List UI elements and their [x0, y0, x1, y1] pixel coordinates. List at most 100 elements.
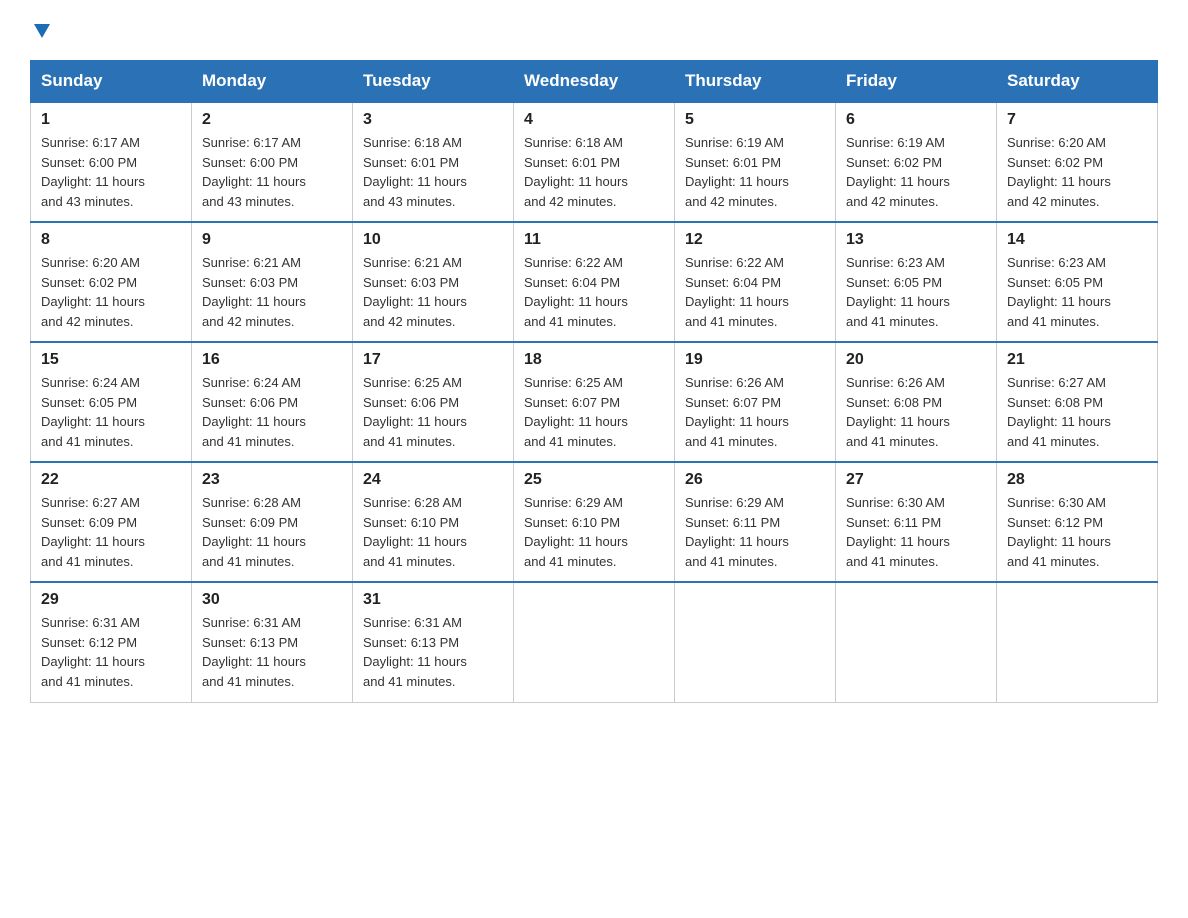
day-info: Sunrise: 6:29 AM Sunset: 6:11 PM Dayligh…	[685, 493, 825, 571]
day-info: Sunrise: 6:24 AM Sunset: 6:06 PM Dayligh…	[202, 373, 342, 451]
calendar-cell: 8 Sunrise: 6:20 AM Sunset: 6:02 PM Dayli…	[31, 222, 192, 342]
day-info: Sunrise: 6:28 AM Sunset: 6:10 PM Dayligh…	[363, 493, 503, 571]
day-number: 24	[363, 471, 503, 489]
calendar-header-friday: Friday	[836, 61, 997, 103]
day-info: Sunrise: 6:22 AM Sunset: 6:04 PM Dayligh…	[685, 253, 825, 331]
calendar-cell: 23 Sunrise: 6:28 AM Sunset: 6:09 PM Dayl…	[192, 462, 353, 582]
day-number: 27	[846, 471, 986, 489]
calendar-cell: 9 Sunrise: 6:21 AM Sunset: 6:03 PM Dayli…	[192, 222, 353, 342]
day-number: 1	[41, 111, 181, 129]
day-number: 28	[1007, 471, 1147, 489]
calendar-header-saturday: Saturday	[997, 61, 1158, 103]
calendar-header-tuesday: Tuesday	[353, 61, 514, 103]
calendar-header-sunday: Sunday	[31, 61, 192, 103]
calendar-cell: 16 Sunrise: 6:24 AM Sunset: 6:06 PM Dayl…	[192, 342, 353, 462]
calendar-cell: 15 Sunrise: 6:24 AM Sunset: 6:05 PM Dayl…	[31, 342, 192, 462]
day-number: 3	[363, 111, 503, 129]
day-number: 31	[363, 591, 503, 609]
calendar-cell: 12 Sunrise: 6:22 AM Sunset: 6:04 PM Dayl…	[675, 222, 836, 342]
calendar-header-wednesday: Wednesday	[514, 61, 675, 103]
calendar-header-row: SundayMondayTuesdayWednesdayThursdayFrid…	[31, 61, 1158, 103]
day-info: Sunrise: 6:31 AM Sunset: 6:13 PM Dayligh…	[202, 613, 342, 691]
calendar-cell	[514, 582, 675, 702]
day-number: 18	[524, 351, 664, 369]
day-number: 9	[202, 231, 342, 249]
day-info: Sunrise: 6:20 AM Sunset: 6:02 PM Dayligh…	[41, 253, 181, 331]
calendar-cell: 31 Sunrise: 6:31 AM Sunset: 6:13 PM Dayl…	[353, 582, 514, 702]
day-info: Sunrise: 6:28 AM Sunset: 6:09 PM Dayligh…	[202, 493, 342, 571]
day-info: Sunrise: 6:31 AM Sunset: 6:12 PM Dayligh…	[41, 613, 181, 691]
day-info: Sunrise: 6:21 AM Sunset: 6:03 PM Dayligh…	[363, 253, 503, 331]
calendar-cell: 10 Sunrise: 6:21 AM Sunset: 6:03 PM Dayl…	[353, 222, 514, 342]
calendar-cell	[675, 582, 836, 702]
day-number: 25	[524, 471, 664, 489]
calendar-cell: 4 Sunrise: 6:18 AM Sunset: 6:01 PM Dayli…	[514, 102, 675, 222]
calendar-cell: 2 Sunrise: 6:17 AM Sunset: 6:00 PM Dayli…	[192, 102, 353, 222]
calendar-cell: 17 Sunrise: 6:25 AM Sunset: 6:06 PM Dayl…	[353, 342, 514, 462]
day-info: Sunrise: 6:30 AM Sunset: 6:12 PM Dayligh…	[1007, 493, 1147, 571]
day-number: 21	[1007, 351, 1147, 369]
calendar-cell	[836, 582, 997, 702]
day-info: Sunrise: 6:19 AM Sunset: 6:02 PM Dayligh…	[846, 133, 986, 211]
calendar-cell: 13 Sunrise: 6:23 AM Sunset: 6:05 PM Dayl…	[836, 222, 997, 342]
day-number: 16	[202, 351, 342, 369]
calendar-cell: 20 Sunrise: 6:26 AM Sunset: 6:08 PM Dayl…	[836, 342, 997, 462]
day-info: Sunrise: 6:18 AM Sunset: 6:01 PM Dayligh…	[524, 133, 664, 211]
calendar-week-row: 29 Sunrise: 6:31 AM Sunset: 6:12 PM Dayl…	[31, 582, 1158, 702]
day-info: Sunrise: 6:23 AM Sunset: 6:05 PM Dayligh…	[1007, 253, 1147, 331]
calendar-cell: 18 Sunrise: 6:25 AM Sunset: 6:07 PM Dayl…	[514, 342, 675, 462]
day-info: Sunrise: 6:20 AM Sunset: 6:02 PM Dayligh…	[1007, 133, 1147, 211]
day-info: Sunrise: 6:27 AM Sunset: 6:08 PM Dayligh…	[1007, 373, 1147, 451]
calendar-cell: 28 Sunrise: 6:30 AM Sunset: 6:12 PM Dayl…	[997, 462, 1158, 582]
day-info: Sunrise: 6:22 AM Sunset: 6:04 PM Dayligh…	[524, 253, 664, 331]
day-number: 22	[41, 471, 181, 489]
calendar-cell: 27 Sunrise: 6:30 AM Sunset: 6:11 PM Dayl…	[836, 462, 997, 582]
calendar-cell: 14 Sunrise: 6:23 AM Sunset: 6:05 PM Dayl…	[997, 222, 1158, 342]
day-number: 5	[685, 111, 825, 129]
calendar-header-monday: Monday	[192, 61, 353, 103]
day-number: 26	[685, 471, 825, 489]
day-number: 23	[202, 471, 342, 489]
calendar-table: SundayMondayTuesdayWednesdayThursdayFrid…	[30, 60, 1158, 703]
calendar-cell	[997, 582, 1158, 702]
day-info: Sunrise: 6:31 AM Sunset: 6:13 PM Dayligh…	[363, 613, 503, 691]
calendar-cell: 21 Sunrise: 6:27 AM Sunset: 6:08 PM Dayl…	[997, 342, 1158, 462]
day-number: 15	[41, 351, 181, 369]
calendar-cell: 19 Sunrise: 6:26 AM Sunset: 6:07 PM Dayl…	[675, 342, 836, 462]
day-info: Sunrise: 6:17 AM Sunset: 6:00 PM Dayligh…	[202, 133, 342, 211]
day-info: Sunrise: 6:24 AM Sunset: 6:05 PM Dayligh…	[41, 373, 181, 451]
day-number: 30	[202, 591, 342, 609]
day-info: Sunrise: 6:26 AM Sunset: 6:07 PM Dayligh…	[685, 373, 825, 451]
calendar-cell: 5 Sunrise: 6:19 AM Sunset: 6:01 PM Dayli…	[675, 102, 836, 222]
calendar-cell: 11 Sunrise: 6:22 AM Sunset: 6:04 PM Dayl…	[514, 222, 675, 342]
day-number: 13	[846, 231, 986, 249]
calendar-cell: 24 Sunrise: 6:28 AM Sunset: 6:10 PM Dayl…	[353, 462, 514, 582]
day-info: Sunrise: 6:29 AM Sunset: 6:10 PM Dayligh…	[524, 493, 664, 571]
calendar-week-row: 1 Sunrise: 6:17 AM Sunset: 6:00 PM Dayli…	[31, 102, 1158, 222]
calendar-cell: 25 Sunrise: 6:29 AM Sunset: 6:10 PM Dayl…	[514, 462, 675, 582]
calendar-cell: 22 Sunrise: 6:27 AM Sunset: 6:09 PM Dayl…	[31, 462, 192, 582]
calendar-cell: 1 Sunrise: 6:17 AM Sunset: 6:00 PM Dayli…	[31, 102, 192, 222]
day-number: 2	[202, 111, 342, 129]
logo-arrow-icon	[32, 20, 52, 40]
calendar-cell: 29 Sunrise: 6:31 AM Sunset: 6:12 PM Dayl…	[31, 582, 192, 702]
day-number: 12	[685, 231, 825, 249]
day-info: Sunrise: 6:23 AM Sunset: 6:05 PM Dayligh…	[846, 253, 986, 331]
day-number: 6	[846, 111, 986, 129]
day-number: 17	[363, 351, 503, 369]
calendar-cell: 3 Sunrise: 6:18 AM Sunset: 6:01 PM Dayli…	[353, 102, 514, 222]
page-header	[30, 20, 1158, 40]
day-number: 19	[685, 351, 825, 369]
calendar-cell: 6 Sunrise: 6:19 AM Sunset: 6:02 PM Dayli…	[836, 102, 997, 222]
day-info: Sunrise: 6:26 AM Sunset: 6:08 PM Dayligh…	[846, 373, 986, 451]
day-number: 10	[363, 231, 503, 249]
logo	[30, 20, 52, 40]
day-info: Sunrise: 6:27 AM Sunset: 6:09 PM Dayligh…	[41, 493, 181, 571]
day-number: 29	[41, 591, 181, 609]
calendar-cell: 30 Sunrise: 6:31 AM Sunset: 6:13 PM Dayl…	[192, 582, 353, 702]
calendar-cell: 26 Sunrise: 6:29 AM Sunset: 6:11 PM Dayl…	[675, 462, 836, 582]
day-info: Sunrise: 6:25 AM Sunset: 6:06 PM Dayligh…	[363, 373, 503, 451]
calendar-week-row: 22 Sunrise: 6:27 AM Sunset: 6:09 PM Dayl…	[31, 462, 1158, 582]
day-number: 4	[524, 111, 664, 129]
day-info: Sunrise: 6:17 AM Sunset: 6:00 PM Dayligh…	[41, 133, 181, 211]
